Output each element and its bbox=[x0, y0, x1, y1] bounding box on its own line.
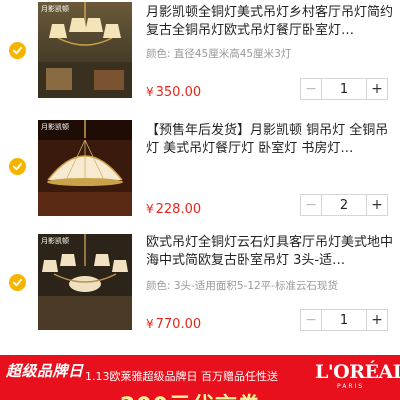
price-value: 350.00 bbox=[155, 85, 202, 100]
plus-icon[interactable]: + bbox=[367, 195, 387, 215]
product-title[interactable]: 【预售年后发货】月影凯顿 铜吊灯 全铜吊灯 美式吊灯餐厅灯 卧室灯 书房灯… bbox=[146, 122, 396, 158]
plus-icon[interactable]: + bbox=[367, 310, 387, 330]
check-icon[interactable] bbox=[9, 158, 26, 175]
minus-icon[interactable]: − bbox=[301, 79, 321, 99]
product-image[interactable]: 月影凯顿 bbox=[38, 2, 132, 98]
quantity-input[interactable]: 1 bbox=[321, 79, 367, 99]
quantity-stepper: − 2 + bbox=[300, 194, 388, 216]
super-brand-day-badge: 超级品牌日 bbox=[6, 362, 84, 380]
price-value: 228.00 bbox=[155, 202, 202, 217]
check-icon[interactable] bbox=[9, 42, 26, 59]
product-title[interactable]: 月影凯顿全铜灯美式吊灯乡村客厅吊灯简约复古全铜吊灯欧式吊灯餐厅卧室灯… bbox=[146, 4, 396, 40]
brand-logo-sub: PARIS bbox=[337, 383, 365, 390]
product-title[interactable]: 欧式吊灯全铜灯云石灯具客厅吊灯美式地中海中式简欧复古卧室吊灯 3头-适… bbox=[146, 234, 396, 270]
promo-text: 1.13欧莱雅超级品牌日 百万赠品任性送 bbox=[85, 370, 278, 383]
quantity-input[interactable]: 1 bbox=[321, 310, 367, 330]
cart-item: 月影凯顿 【预售年后发货】月影凯顿 铜吊灯 全铜吊灯 美式吊灯餐厅灯 卧室灯 书… bbox=[0, 118, 400, 236]
brand-watermark: 月影凯顿 bbox=[41, 5, 69, 13]
product-image[interactable]: 月影凯顿 bbox=[38, 120, 132, 216]
product-price: ¥350.00 bbox=[146, 85, 201, 100]
plus-icon[interactable]: + bbox=[367, 79, 387, 99]
coupon-headline: 200元代言券 bbox=[120, 388, 261, 400]
promo-banner[interactable]: 超级品牌日 1.13欧莱雅超级品牌日 百万赠品任性送 200元代言券 L'ORÉ… bbox=[0, 355, 400, 400]
quantity-stepper: − 1 + bbox=[300, 78, 388, 100]
product-spec[interactable]: 颜色: 3头-适用面积5-12平-标准云石现货 bbox=[146, 278, 396, 293]
cart-item: 月影凯顿 欧式吊灯全铜灯云石灯具客厅吊灯美式地中海中式简欧复古卧室吊灯 3头-适… bbox=[0, 232, 400, 350]
quantity-input[interactable]: 2 bbox=[321, 195, 367, 215]
brand-watermark: 月影凯顿 bbox=[41, 237, 69, 245]
price-value: 770.00 bbox=[155, 317, 202, 332]
product-spec[interactable]: 颜色: 直径45厘米高45厘米3灯 bbox=[146, 46, 396, 61]
quantity-stepper: − 1 + bbox=[300, 309, 388, 331]
check-icon[interactable] bbox=[9, 274, 26, 291]
cart-item: 月影凯顿 月影凯顿全铜灯美式吊灯乡村客厅吊灯简约复古全铜吊灯欧式吊灯餐厅卧室灯…… bbox=[0, 0, 400, 118]
brand-watermark: 月影凯顿 bbox=[41, 123, 69, 131]
product-image[interactable]: 月影凯顿 bbox=[38, 234, 132, 330]
minus-icon[interactable]: − bbox=[301, 195, 321, 215]
product-price: ¥228.00 bbox=[146, 202, 201, 217]
minus-icon[interactable]: − bbox=[301, 310, 321, 330]
currency-symbol: ¥ bbox=[146, 202, 154, 216]
brand-logo: L'ORÉAL bbox=[315, 361, 400, 383]
currency-symbol: ¥ bbox=[146, 317, 154, 331]
currency-symbol: ¥ bbox=[146, 85, 154, 99]
product-price: ¥770.00 bbox=[146, 317, 201, 332]
